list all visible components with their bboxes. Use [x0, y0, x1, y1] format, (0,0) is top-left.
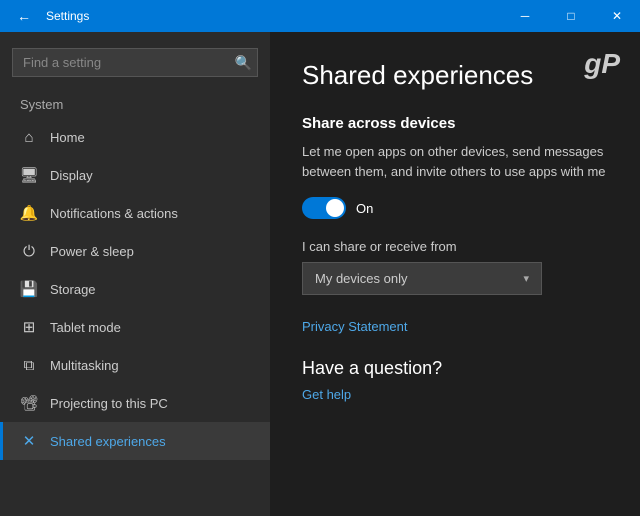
toggle-knob — [326, 199, 344, 217]
display-icon: 🖥 — [20, 166, 38, 184]
search-input[interactable] — [12, 48, 258, 77]
shared-icon: ✕ — [20, 432, 38, 450]
titlebar-left: ← Settings — [10, 2, 89, 30]
share-from-label: I can share or receive from — [302, 239, 608, 254]
search-icon[interactable]: 🔍 — [235, 54, 252, 71]
sidebar-item-shared[interactable]: ✕ Shared experiences — [0, 422, 270, 460]
tablet-icon: ⊞ — [20, 318, 38, 336]
gp-logo: gP — [584, 48, 620, 80]
maximize-button[interactable]: □ — [548, 0, 594, 32]
sidebar-item-label: Storage — [50, 282, 96, 297]
dropdown-value: My devices only — [315, 271, 407, 286]
sidebar-item-display[interactable]: 🖥 Display — [0, 156, 270, 194]
sidebar-item-notifications[interactable]: 🔔 Notifications & actions — [0, 194, 270, 232]
content-area: gP Shared experiences Share across devic… — [270, 32, 640, 516]
close-button[interactable]: ✕ — [594, 0, 640, 32]
sidebar-item-label: Display — [50, 168, 93, 183]
back-icon: ← — [17, 8, 31, 24]
sidebar: 🔍 System ⌂ Home 🖥 Display 🔔 Notification… — [0, 32, 270, 516]
sidebar-item-home[interactable]: ⌂ Home — [0, 118, 270, 156]
projecting-icon: 📽 — [20, 394, 38, 412]
share-toggle[interactable] — [302, 197, 346, 219]
notifications-icon: 🔔 — [20, 204, 38, 222]
toggle-row: On — [302, 197, 608, 219]
titlebar-controls: ─ □ ✕ — [502, 0, 640, 32]
multitasking-icon: ⧉ — [20, 356, 38, 374]
minimize-icon: ─ — [521, 9, 530, 23]
power-icon: ⏻ — [20, 242, 38, 260]
app-body: 🔍 System ⌂ Home 🖥 Display 🔔 Notification… — [0, 32, 640, 516]
sidebar-item-projecting[interactable]: 📽 Projecting to this PC — [0, 384, 270, 422]
sidebar-item-label: Notifications & actions — [50, 206, 178, 221]
sidebar-item-multitasking[interactable]: ⧉ Multitasking — [0, 346, 270, 384]
sidebar-item-label: Home — [50, 130, 85, 145]
sidebar-item-power[interactable]: ⏻ Power & sleep — [0, 232, 270, 270]
sidebar-item-label: Projecting to this PC — [50, 396, 168, 411]
sidebar-item-storage[interactable]: 💾 Storage — [0, 270, 270, 308]
back-button[interactable]: ← — [10, 2, 38, 30]
devices-dropdown[interactable]: My devices only ▾ — [302, 262, 542, 295]
home-icon: ⌂ — [20, 128, 38, 146]
maximize-icon: □ — [567, 9, 574, 23]
sidebar-item-label: Shared experiences — [50, 434, 166, 449]
get-help-link[interactable]: Get help — [302, 387, 608, 402]
titlebar: ← Settings ─ □ ✕ — [0, 0, 640, 32]
search-container: 🔍 — [12, 48, 258, 77]
privacy-link[interactable]: Privacy Statement — [302, 319, 608, 334]
toggle-label: On — [356, 201, 373, 216]
sidebar-item-label: Power & sleep — [50, 244, 134, 259]
system-label: System — [0, 93, 270, 118]
section1-title: Share across devices — [302, 115, 608, 132]
sidebar-item-tablet[interactable]: ⊞ Tablet mode — [0, 308, 270, 346]
titlebar-title: Settings — [46, 9, 89, 23]
chevron-down-icon: ▾ — [523, 272, 529, 285]
minimize-button[interactable]: ─ — [502, 0, 548, 32]
storage-icon: 💾 — [20, 280, 38, 298]
section1-desc: Let me open apps on other devices, send … — [302, 142, 608, 181]
close-icon: ✕ — [612, 9, 622, 23]
sidebar-item-label: Multitasking — [50, 358, 119, 373]
have-question-heading: Have a question? — [302, 358, 608, 379]
page-title: Shared experiences — [302, 60, 608, 91]
sidebar-item-label: Tablet mode — [50, 320, 121, 335]
